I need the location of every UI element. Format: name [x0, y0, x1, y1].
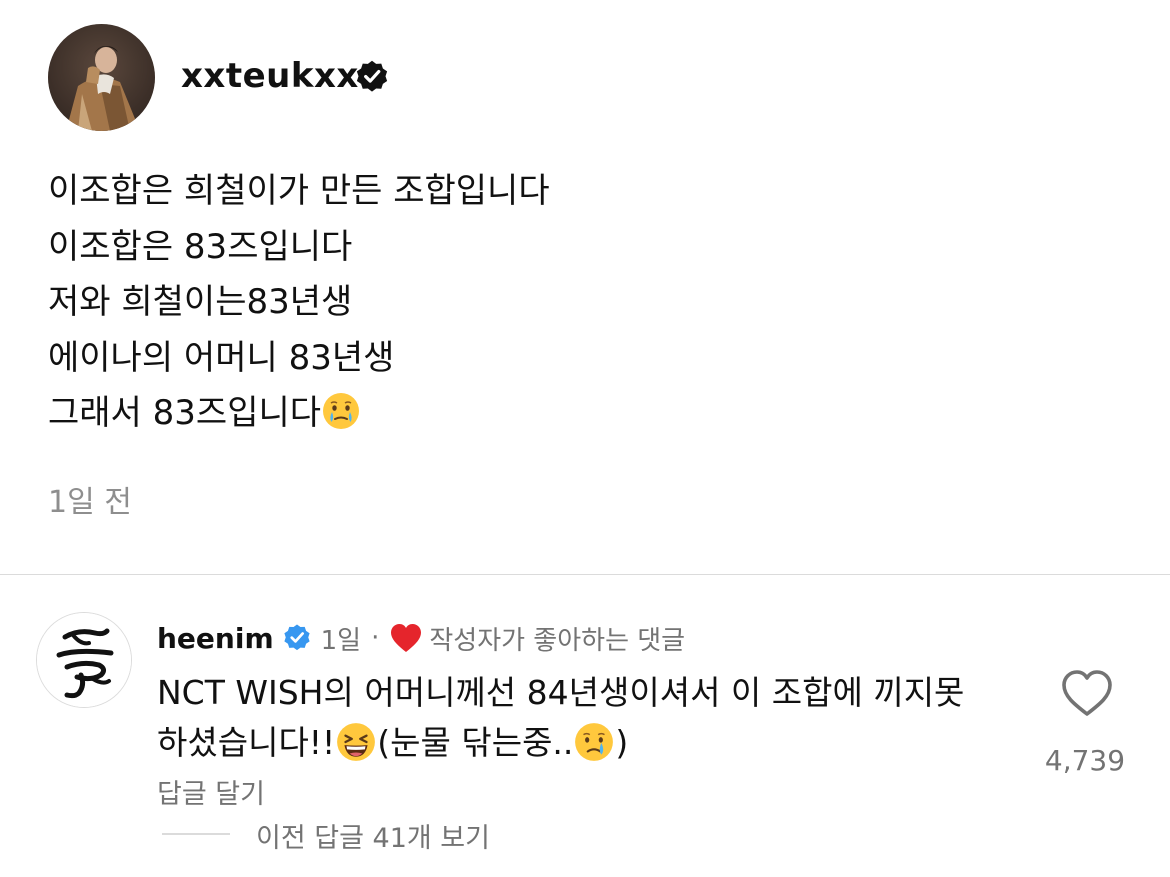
calligraphy-logo-icon — [37, 613, 131, 707]
verified-badge-icon — [354, 59, 390, 95]
divider — [0, 574, 1170, 575]
comment-text-fragment: (눈물 닦는중.. — [377, 723, 574, 762]
comment-age: 1일 — [320, 625, 362, 656]
heart-outline-icon — [1062, 670, 1112, 716]
caption-line-text: 그래서 83즈입니다 — [48, 393, 322, 433]
caption-line-last: 그래서 83즈입니다 — [48, 386, 1048, 442]
author-liked-heart-icon — [389, 622, 423, 654]
liked-by-author-label: 작성자가 좋아하는 댓글 — [429, 625, 686, 656]
commenter-avatar[interactable] — [36, 612, 132, 708]
verified-blue-badge-icon — [282, 623, 312, 653]
comment-body: NCT WISH의 어머니께선 84년생이셔서 이 조합에 끼지못 하셨습니다!… — [157, 668, 1027, 768]
grinning-squinting-emoji-icon — [335, 721, 377, 763]
caption-line: 이조합은 83즈입니다 — [48, 226, 353, 267]
comment-line: NCT WISH의 어머니께선 84년생이셔서 이 조합에 끼지못 — [157, 673, 965, 712]
post-author-username[interactable]: xxteukxx — [181, 56, 359, 96]
caption-line: 에이나의 어머니 83년생 — [48, 337, 395, 378]
avatar-photo — [48, 24, 155, 131]
post-author-avatar[interactable] — [48, 24, 155, 131]
separator-dot: · — [371, 623, 380, 653]
view-previous-replies-button[interactable]: 이전 답글 41개 보기 — [256, 816, 490, 855]
comment-header: heenim 1일 · 작성자가 좋아하는 댓글 — [157, 618, 685, 658]
caption-line: 이조합은 희철이가 만든 조합입니다 — [48, 171, 550, 211]
like-count: 4,739 — [1044, 744, 1126, 777]
post-timestamp: 1일 전 — [48, 485, 132, 520]
post-caption: 이조합은 희철이가 만든 조합입니다 이조합은 83즈입니다 저와 희철이는83… — [48, 164, 1048, 442]
comment-line: 하셨습니다!! (눈물 닦는중.. ) — [157, 718, 1027, 768]
caption-line: 저와 희철이는83년생 — [48, 282, 353, 322]
threads-post-view: xxteukxx 이조합은 희철이가 만든 조합입니다 이조합은 83즈입니다 … — [0, 0, 1170, 877]
comment-text-fragment: 하셨습니다!! — [157, 723, 336, 762]
comment-text-fragment: ) — [615, 723, 629, 762]
replies-connector-line — [162, 833, 230, 835]
reply-button[interactable]: 답글 달기 — [157, 772, 265, 811]
commenter-username[interactable]: heenim — [157, 622, 274, 655]
crying-face-emoji-icon — [573, 721, 615, 763]
holding-back-tears-emoji-icon — [321, 391, 361, 431]
like-comment-button[interactable] — [1060, 668, 1114, 718]
